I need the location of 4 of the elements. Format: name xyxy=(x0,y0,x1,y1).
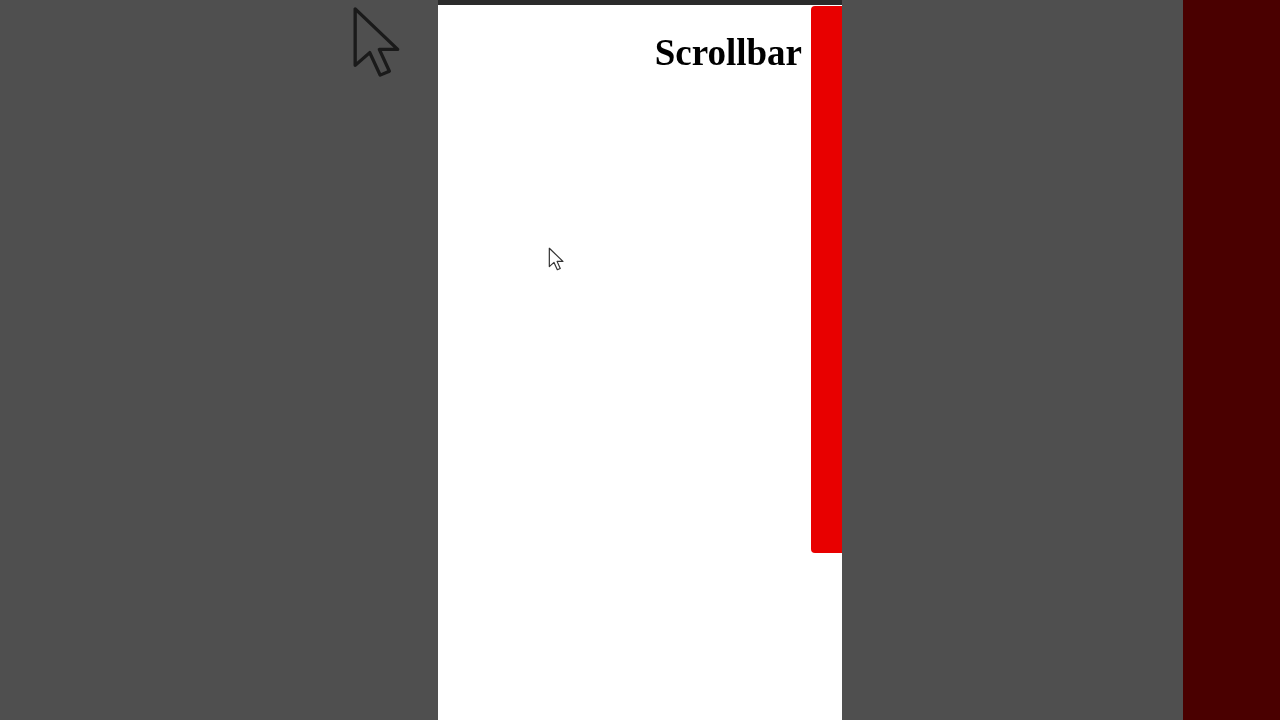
page-heading: Scrollbar xyxy=(654,31,802,75)
cursor-arrow-icon xyxy=(351,5,401,79)
cursor-arrow-icon xyxy=(548,247,564,271)
scrollbar-thumb[interactable] xyxy=(811,6,842,553)
